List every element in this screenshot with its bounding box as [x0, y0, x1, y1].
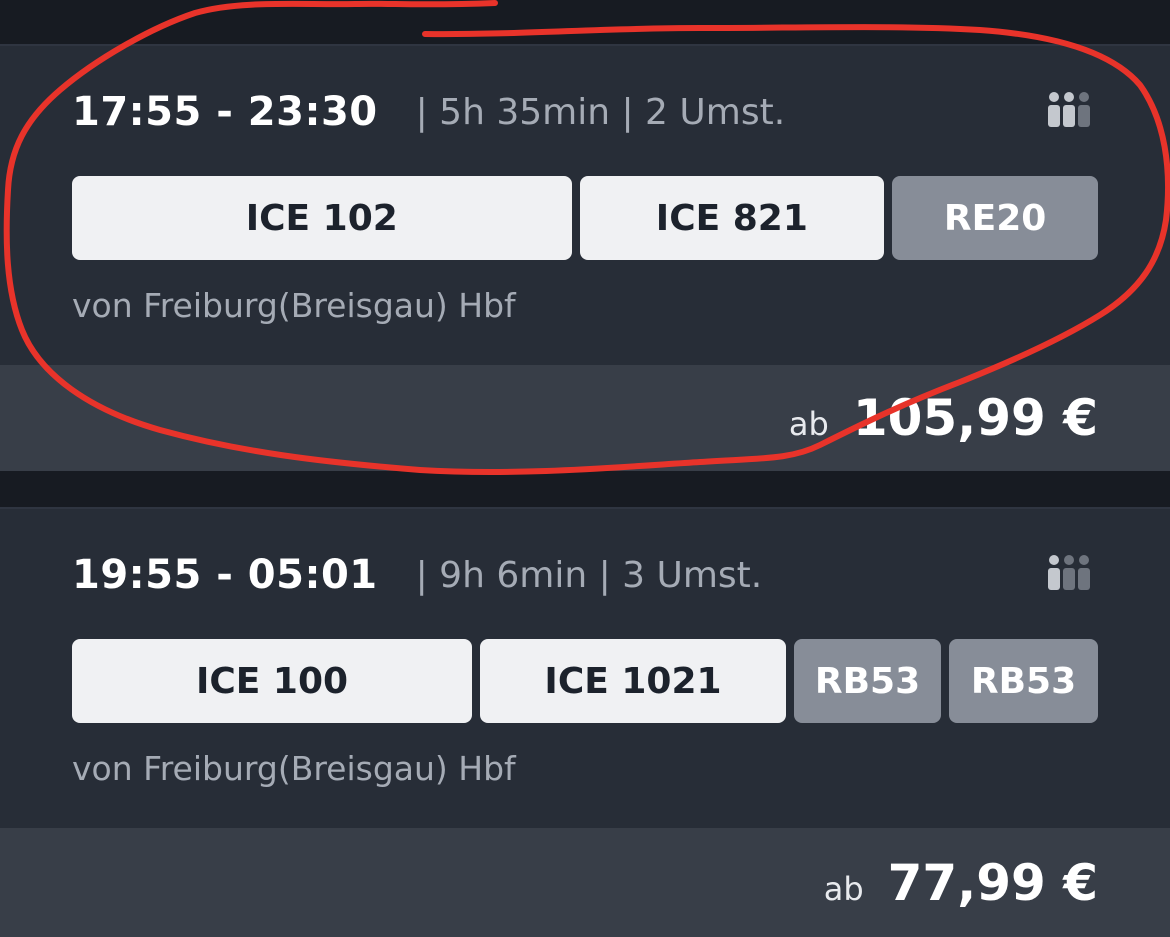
price-bar[interactable]: ab 105,99 € [0, 365, 1170, 471]
connection-card[interactable]: 17:55 - 23:30 | 5h 35min | 2 Umst. ICE 1… [0, 44, 1170, 471]
origin-station: von Freiburg(Breisgau) Hbf [72, 286, 516, 325]
connection-header: 17:55 - 23:30 | 5h 35min | 2 Umst. [72, 82, 1098, 142]
price-prefix: ab [788, 405, 829, 443]
connection-header: 19:55 - 05:01 | 9h 6min | 3 Umst. [72, 545, 1098, 605]
train-chip[interactable]: ICE 102 [72, 176, 572, 260]
occupancy-icon [1048, 92, 1090, 127]
connection-card[interactable]: 19:55 - 05:01 | 9h 6min | 3 Umst. ICE 10… [0, 507, 1170, 937]
train-chip[interactable]: ICE 821 [579, 176, 885, 260]
price-value: 105,99 € [852, 389, 1098, 447]
departure-arrival-times: 17:55 - 23:30 [72, 89, 378, 135]
price-value: 77,99 € [887, 853, 1098, 912]
train-list: ICE 102 ICE 821 RE20 [72, 176, 1098, 260]
origin-station: von Freiburg(Breisgau) Hbf [72, 749, 516, 788]
price-bar[interactable]: ab 77,99 € [0, 828, 1170, 937]
train-chip[interactable]: ICE 1021 [480, 639, 786, 723]
train-chip[interactable]: RB53 [794, 639, 941, 723]
duration-transfers: | 9h 6min | 3 Umst. [415, 554, 763, 596]
price-prefix: ab [823, 869, 864, 908]
train-chip[interactable]: RB53 [949, 639, 1098, 723]
departure-arrival-times: 19:55 - 05:01 [72, 552, 378, 598]
occupancy-icon [1048, 555, 1090, 590]
train-chip[interactable]: RE20 [892, 176, 1098, 260]
connection-results-screen: 17:55 - 23:30 | 5h 35min | 2 Umst. ICE 1… [0, 0, 1170, 937]
train-list: ICE 100 ICE 1021 RB53 RB53 [72, 639, 1098, 723]
train-chip[interactable]: ICE 100 [72, 639, 472, 723]
duration-transfers: | 5h 35min | 2 Umst. [415, 91, 786, 133]
